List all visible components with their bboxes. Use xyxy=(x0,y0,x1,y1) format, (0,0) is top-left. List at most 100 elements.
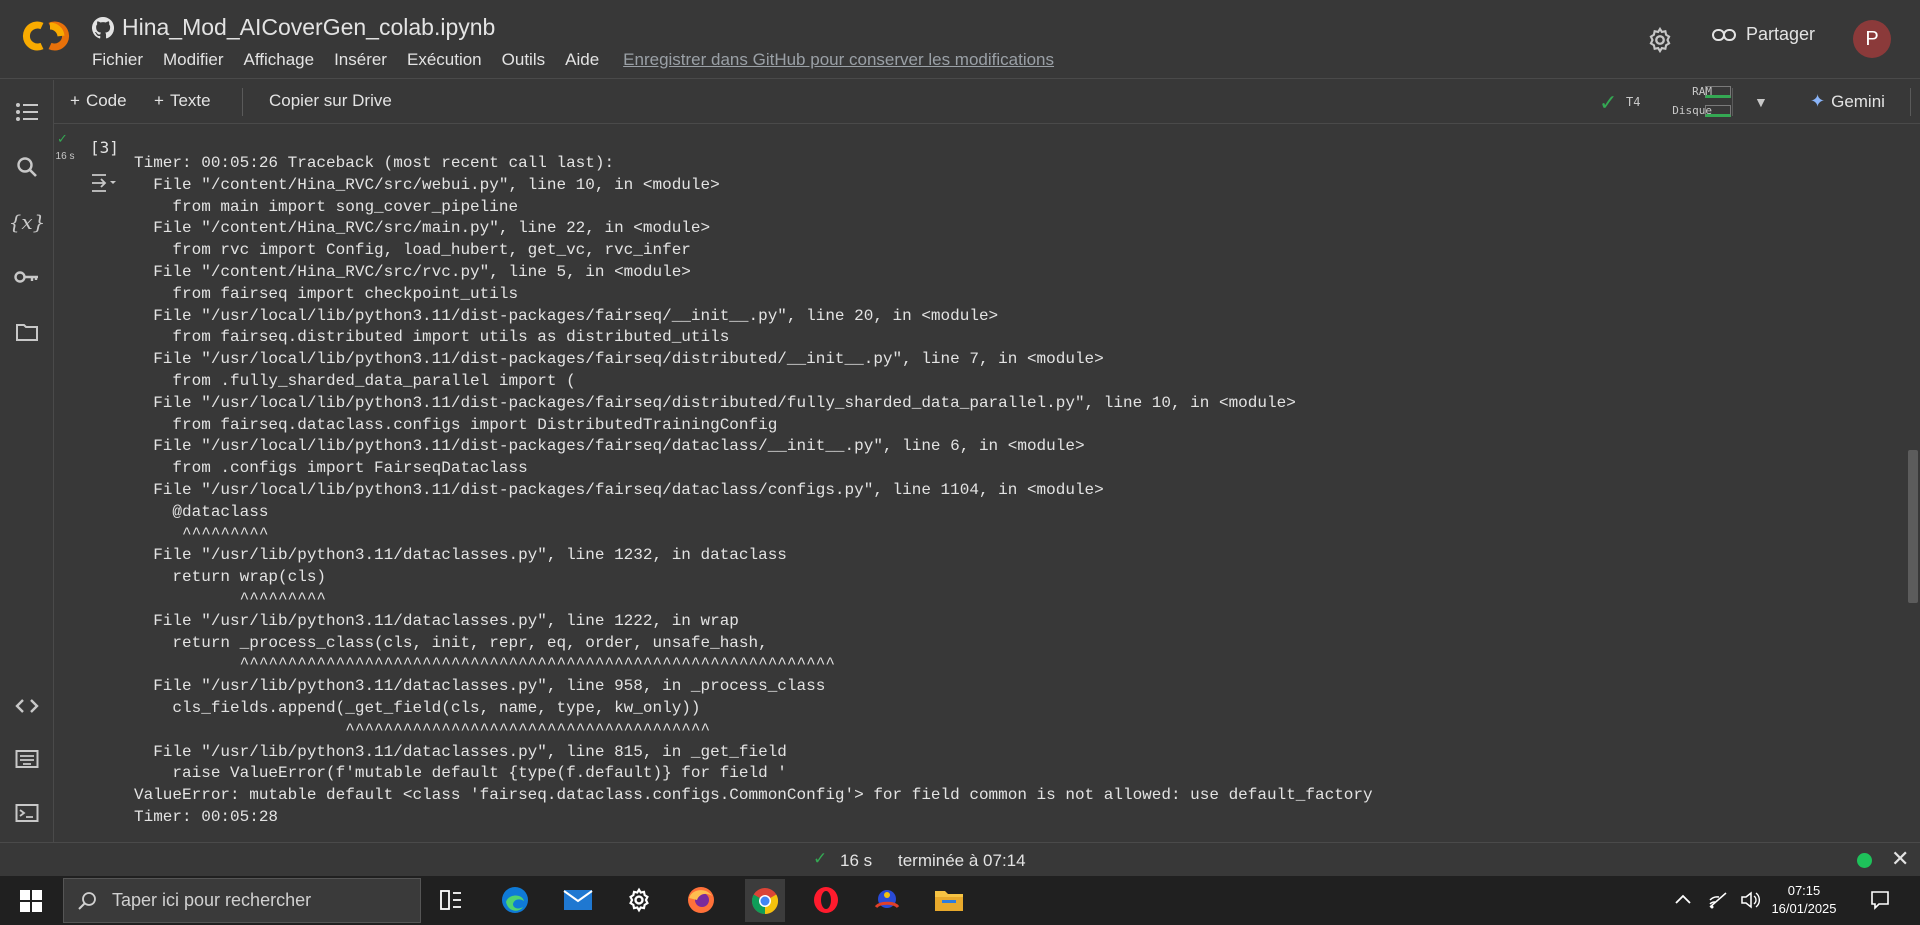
output-line: @dataclass xyxy=(134,502,269,521)
copy-to-drive-button[interactable]: Copier sur Drive xyxy=(269,91,392,111)
gemini-sparkle-icon: ✦ xyxy=(1810,91,1826,111)
clock-date: 16/01/2025 xyxy=(1771,901,1837,916)
output-line: File "/content/Hina_RVC/src/main.py", li… xyxy=(134,219,711,238)
output-line: Timer: 00:05:26 Traceback (most recent c… xyxy=(134,154,615,172)
output-line: File "/content/Hina_RVC/src/rvc.py", lin… xyxy=(134,262,691,281)
windows-taskbar: Taper ici pour rechercher 07:15 16/01/20… xyxy=(0,876,1920,925)
colab-logo-icon[interactable] xyxy=(20,18,72,54)
secrets-key-icon[interactable] xyxy=(13,263,41,291)
resources-dropdown-icon[interactable]: ▼ xyxy=(1754,94,1768,110)
menu-file[interactable]: Fichier xyxy=(92,50,143,70)
gemini-label: Gemini xyxy=(1831,91,1885,111)
search-icon[interactable] xyxy=(13,153,41,181)
output-line: File "/usr/local/lib/python3.11/dist-pac… xyxy=(134,437,1085,456)
menu-runtime[interactable]: Exécution xyxy=(407,50,482,70)
table-of-contents-icon[interactable] xyxy=(13,98,41,126)
colab-header: Hina_Mod_AICoverGen_colab.ipynb Fichier … xyxy=(0,0,1920,79)
cell-success-check-icon: ✓ xyxy=(57,131,68,146)
code-snippets-icon[interactable] xyxy=(13,692,41,720)
output-line: ^^^^^^^^^^^^^^^^^^^^^^^^^^^^^^^^^^^^^^^^… xyxy=(134,655,835,674)
gpu-label[interactable]: T4 xyxy=(1626,95,1640,109)
settings-icon[interactable] xyxy=(621,882,657,918)
search-icon xyxy=(78,891,96,910)
file-explorer-icon[interactable] xyxy=(931,882,967,918)
output-actions-icon[interactable] xyxy=(91,173,117,198)
toolbar-divider xyxy=(242,88,243,116)
output-line: File "/usr/lib/python3.11/dataclasses.py… xyxy=(134,677,826,696)
output-line: from rvc import Config, load_hubert, get… xyxy=(134,241,691,260)
output-line: File "/content/Hina_RVC/src/webui.py", l… xyxy=(134,175,720,194)
settings-gear-icon[interactable] xyxy=(1646,26,1674,54)
github-icon xyxy=(92,16,114,38)
files-folder-icon[interactable] xyxy=(13,318,41,346)
execution-count[interactable]: [3] xyxy=(90,138,119,157)
chevron-up-icon[interactable] xyxy=(1674,893,1692,905)
output-line: File "/usr/local/lib/python3.11/dist-pac… xyxy=(134,393,1296,412)
link-icon xyxy=(1712,28,1736,41)
output-line: from fairseq.distributed import utils as… xyxy=(134,328,730,347)
output-line: from fairseq import checkpoint_utils xyxy=(134,284,519,303)
user-avatar[interactable]: P xyxy=(1853,20,1891,58)
opera-icon[interactable] xyxy=(808,882,844,918)
output-line: ^^^^^^^^^^^^^^^^^^^^^^^^^^^^^^^^^^^^^^ xyxy=(134,720,711,739)
output-line: File "/usr/local/lib/python3.11/dist-pac… xyxy=(134,350,1104,369)
status-duration: 16 s xyxy=(840,851,873,870)
notification-center-icon[interactable] xyxy=(1870,890,1890,910)
output-line: cls_fields.append(_get_field(cls, name, … xyxy=(134,698,701,717)
output-line: return _process_class(cls, init, repr, e… xyxy=(134,633,768,652)
status-bar: ✓ 16 s terminée à 07:14 ✕ xyxy=(0,842,1920,876)
menu-edit[interactable]: Modifier xyxy=(163,50,223,70)
vertical-scrollbar[interactable] xyxy=(1908,450,1918,603)
ram-meter[interactable] xyxy=(1705,86,1731,98)
taskbar-clock[interactable]: 07:15 16/01/2025 xyxy=(1764,882,1844,918)
output-line: from .configs import FairseqDataclass xyxy=(134,459,528,478)
output-line: File "/usr/local/lib/python3.11/dist-pac… xyxy=(134,306,999,325)
output-line: File "/usr/lib/python3.11/dataclasses.py… xyxy=(134,546,787,565)
add-code-button[interactable]: + Code xyxy=(70,91,127,111)
app-icon[interactable] xyxy=(869,882,905,918)
notebook-title[interactable]: Hina_Mod_AICoverGen_colab.ipynb xyxy=(122,14,495,41)
task-view-icon[interactable] xyxy=(433,882,469,918)
cell-output-traceback: Timer: 00:05:26 Traceback (most recent c… xyxy=(134,153,1373,829)
output-line: File "/usr/local/lib/python3.11/dist-pac… xyxy=(134,480,1104,499)
chrome-icon[interactable] xyxy=(745,879,785,922)
menu-bar: Fichier Modifier Affichage Insérer Exécu… xyxy=(92,50,1054,70)
windows-start-icon[interactable] xyxy=(20,890,42,912)
mail-icon[interactable] xyxy=(560,882,596,918)
cell-duration: 16 s xyxy=(55,151,75,162)
connected-check-icon[interactable]: ✓ xyxy=(1599,90,1617,116)
runtime-status-dot[interactable] xyxy=(1857,853,1872,868)
output-line: raise ValueError(f'mutable default {type… xyxy=(134,764,787,783)
command-palette-icon[interactable] xyxy=(13,745,41,773)
output-line: from .fully_sharded_data_parallel import… xyxy=(134,371,576,390)
taskbar-search-box[interactable]: Taper ici pour rechercher xyxy=(63,878,421,923)
share-button[interactable]: Partager xyxy=(1712,24,1815,45)
close-icon[interactable]: ✕ xyxy=(1891,846,1909,872)
output-line: File "/usr/lib/python3.11/dataclasses.py… xyxy=(134,611,739,630)
terminal-icon[interactable] xyxy=(13,799,41,827)
save-github-link[interactable]: Enregistrer dans GitHub pour conserver l… xyxy=(623,50,1054,70)
output-line: from fairseq.dataclass.configs import Di… xyxy=(134,415,778,434)
variables-icon[interactable]: {x} xyxy=(9,208,46,236)
add-text-button[interactable]: + Texte xyxy=(154,91,211,111)
output-line: ^^^^^^^^^ xyxy=(134,524,269,543)
plus-icon: + xyxy=(154,91,164,110)
network-icon[interactable] xyxy=(1708,891,1728,909)
toolbar-divider xyxy=(1910,88,1911,116)
clock-time: 07:15 xyxy=(1787,883,1821,898)
disk-label: Disque xyxy=(1672,104,1712,117)
menu-help[interactable]: Aide xyxy=(565,50,599,70)
menu-tools[interactable]: Outils xyxy=(502,50,545,70)
edge-icon[interactable] xyxy=(497,882,533,918)
code-cell: ✓ 16 s [3] Timer: 00:05:26 Traceback (mo… xyxy=(54,125,1905,842)
title-row: Hina_Mod_AICoverGen_colab.ipynb xyxy=(92,14,495,41)
menu-insert[interactable]: Insérer xyxy=(334,50,387,70)
copy-to-drive-label: Copier sur Drive xyxy=(269,91,392,110)
disk-meter[interactable] xyxy=(1705,105,1731,117)
menu-view[interactable]: Affichage xyxy=(243,50,314,70)
add-text-label: Texte xyxy=(169,91,211,110)
volume-icon[interactable] xyxy=(1740,891,1760,909)
firefox-icon[interactable] xyxy=(683,882,719,918)
toolbar-divider xyxy=(1732,88,1733,116)
gemini-button[interactable]: ✦ Gemini xyxy=(1810,91,1885,112)
